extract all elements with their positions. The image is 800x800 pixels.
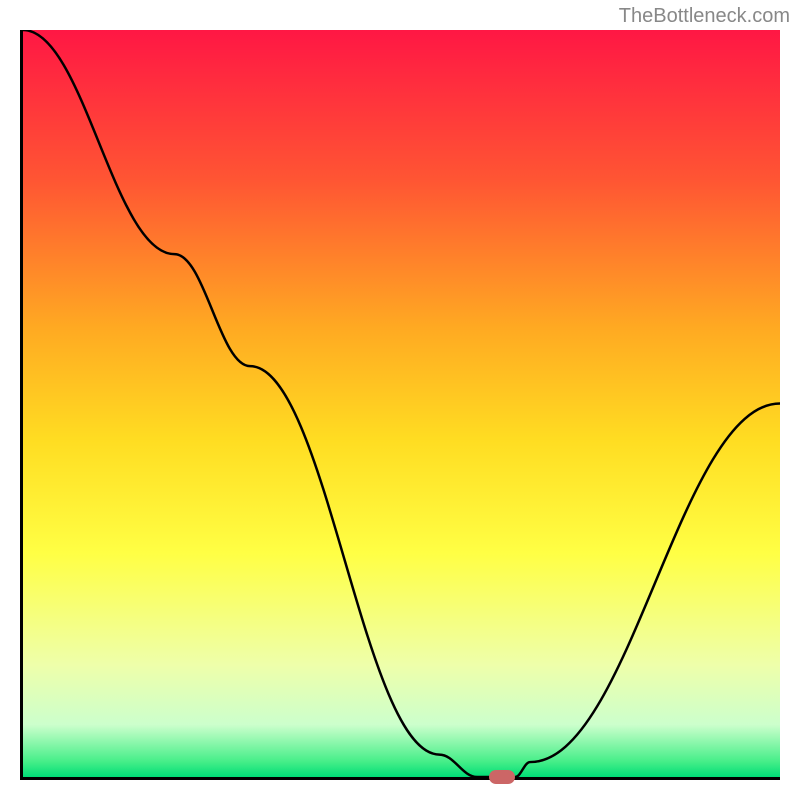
chart-container [20,30,780,780]
watermark-label: TheBottleneck.com [619,5,790,28]
optimal-marker [489,770,515,784]
bottleneck-curve [23,30,780,777]
chart-area [23,30,780,777]
